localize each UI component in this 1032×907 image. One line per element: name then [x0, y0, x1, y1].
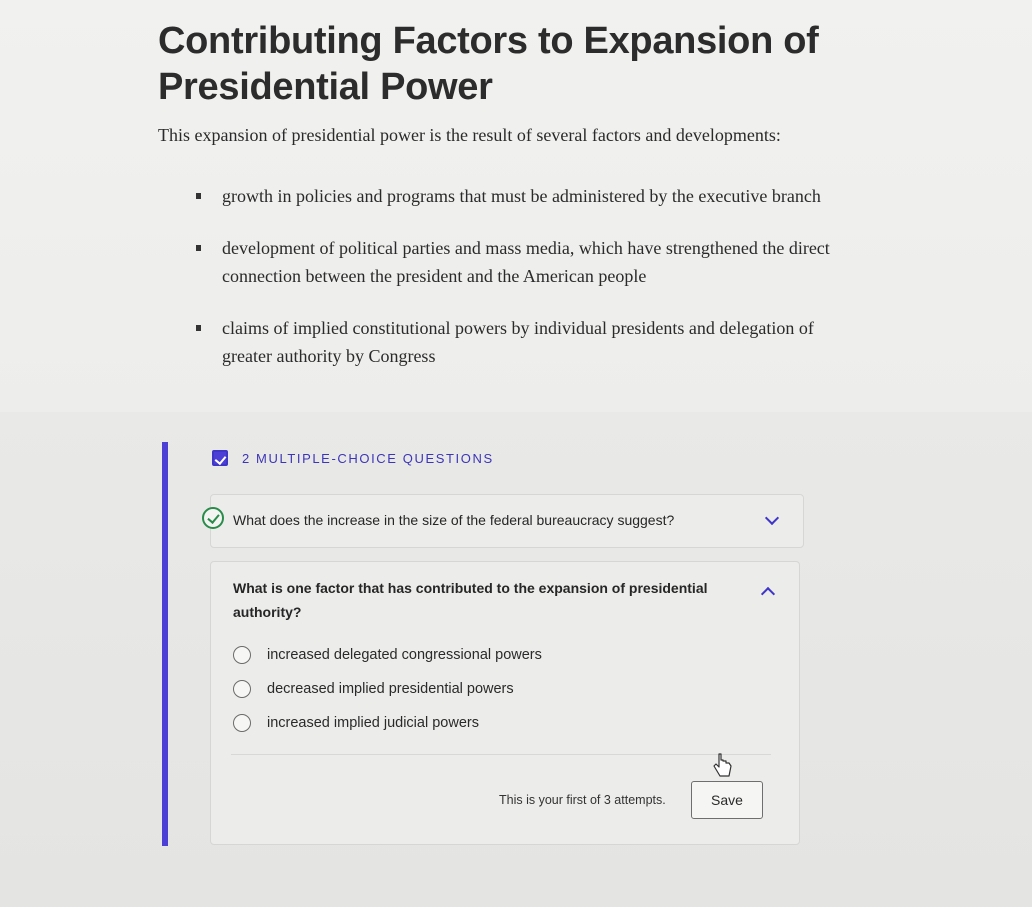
- radio-button[interactable]: [233, 714, 251, 732]
- bullet-icon: [196, 325, 201, 331]
- chevron-up-icon[interactable]: [760, 586, 776, 602]
- check-circle-icon: [202, 507, 224, 529]
- bullet-icon: [196, 245, 201, 251]
- question-text: What does the increase in the size of th…: [233, 512, 675, 528]
- answer-options: increased delegated congressional powers…: [233, 638, 542, 740]
- section-label: 2 MULTIPLE-CHOICE QUESTIONS: [242, 450, 494, 466]
- question-text: What is one factor that has contributed …: [233, 580, 708, 620]
- chevron-down-icon[interactable]: [764, 510, 780, 526]
- page-title: Contributing Factors to Expansion of Pre…: [158, 20, 819, 108]
- list-item-text: development of political parties and mas…: [222, 238, 830, 286]
- factor-list: growth in policies and programs that mus…: [196, 182, 836, 394]
- question-card-collapsed[interactable]: What does the increase in the size of th…: [202, 494, 804, 548]
- radio-button[interactable]: [233, 680, 251, 698]
- list-item-text: claims of implied constitutional powers …: [222, 318, 814, 366]
- option-label[interactable]: increased delegated congressional powers: [267, 647, 542, 663]
- pointer-hand-icon: [713, 753, 732, 777]
- checklist-icon: [212, 450, 228, 466]
- save-button[interactable]: Save: [691, 781, 763, 819]
- list-item: claims of implied constitutional powers …: [196, 314, 836, 370]
- option-label[interactable]: increased implied judicial powers: [267, 715, 479, 731]
- radio-button[interactable]: [233, 646, 251, 664]
- quiz-section-header: 2 MULTIPLE-CHOICE QUESTIONS: [212, 448, 494, 468]
- intro-paragraph: This expansion of presidential power is …: [158, 125, 781, 145]
- option-label[interactable]: decreased implied presidential powers: [267, 681, 514, 697]
- answer-option[interactable]: increased implied judicial powers: [233, 706, 542, 740]
- bullet-icon: [196, 193, 201, 199]
- list-item: growth in policies and programs that mus…: [196, 182, 836, 210]
- question-card-expanded: What is one factor that has contributed …: [210, 561, 800, 845]
- attempts-text: This is your first of 3 attempts.: [499, 793, 666, 807]
- answer-option[interactable]: decreased implied presidential powers: [233, 672, 542, 706]
- divider: [231, 754, 771, 755]
- list-item-text: growth in policies and programs that mus…: [222, 186, 821, 206]
- section-accent-bar: [162, 442, 168, 846]
- answer-option[interactable]: increased delegated congressional powers: [233, 638, 542, 672]
- reading-section: Contributing Factors to Expansion of Pre…: [0, 0, 1032, 412]
- list-item: development of political parties and mas…: [196, 234, 836, 290]
